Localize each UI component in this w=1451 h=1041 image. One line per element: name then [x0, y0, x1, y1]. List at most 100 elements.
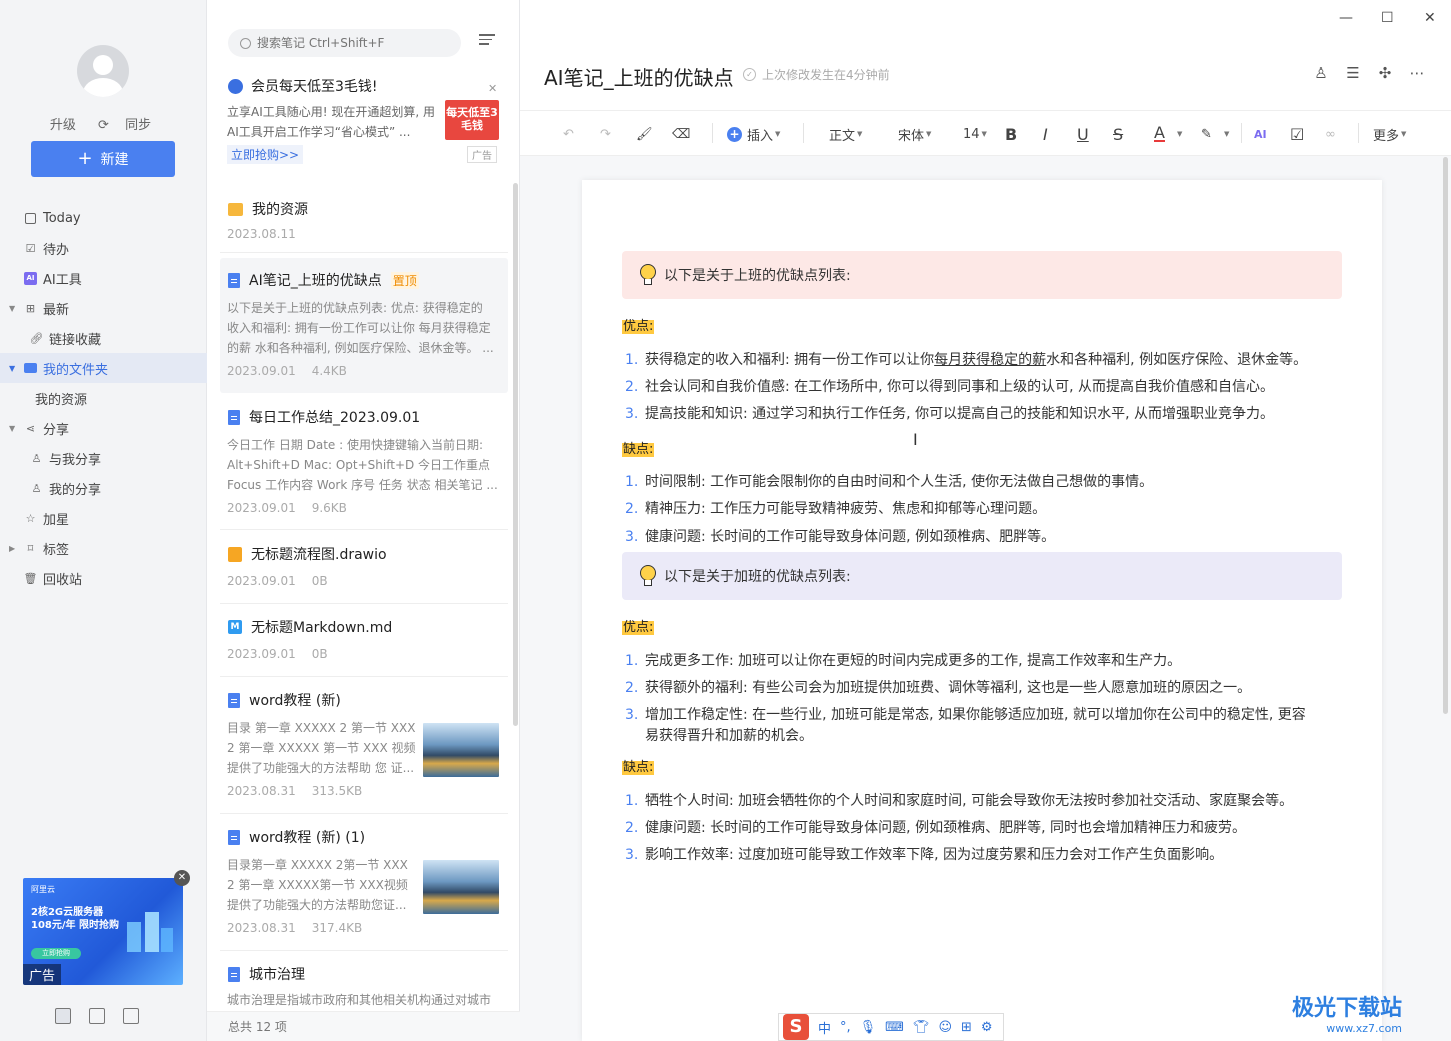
apps-icon[interactable]: ⊞ [961, 1020, 972, 1035]
chevron-down-icon[interactable]: ▼ [9, 304, 15, 313]
font-color-dropdown[interactable]: ▼ [1175, 124, 1182, 144]
list-text: 完成更多工作: 加班可以让你在更短的时间内完成更多的工作, 提高工作效率和生产力… [645, 653, 1182, 669]
strikethrough-icon[interactable]: S [1113, 124, 1123, 144]
callout-block[interactable]: 以下是关于加班的优缺点列表: [622, 552, 1342, 600]
search-box[interactable] [228, 29, 461, 57]
settings-icon[interactable]: ⚙ [981, 1020, 993, 1035]
link-icon[interactable]: ∞ [1325, 124, 1336, 144]
list-item[interactable]: word教程 (新) 目录 第一章 XXXXX 2 第一节 XXX 2 第一章 … [220, 678, 508, 814]
editor-scrollbar[interactable] [1443, 157, 1448, 714]
undo-icon[interactable]: ↶ [563, 124, 574, 144]
single-column-layout-icon[interactable] [123, 1008, 139, 1024]
checklist-icon[interactable]: ☑ [1290, 124, 1304, 144]
sync-button[interactable]: ⟳ 同步 [92, 118, 157, 133]
promo-link[interactable]: 立即抢购>> [227, 145, 304, 164]
redo-icon[interactable]: ↷ [600, 124, 611, 144]
sidebar-item-trash[interactable]: 🗑︎ 回收站 [0, 563, 207, 593]
ai-writing-icon[interactable]: AI [1254, 124, 1267, 144]
sidebar-item-bookmarks[interactable]: 🔗︎ 链接收藏 [0, 323, 207, 353]
sidebar-item-today[interactable]: Today [0, 203, 207, 233]
bold-icon[interactable]: B [1005, 124, 1017, 144]
sidebar-item-todo[interactable]: ☑ 待办 [0, 233, 207, 263]
save-status-text: 上次修改发生在4分钟前 [762, 68, 890, 82]
list-item[interactable]: 无标题流程图.drawio 2023.09.01 0B [220, 532, 508, 604]
eraser-icon[interactable]: ⌫ [672, 124, 690, 144]
list-item[interactable]: word教程 (新) (1) 目录第一章 XXXXX 2第一节 XXX 2 第一… [220, 815, 508, 951]
list-item: 3. 提高技能和知识: 通过学习和执行工作任务, 你可以提高自己的技能和知识水平,… [622, 404, 1274, 425]
more-options-icon[interactable]: ⋯ [1408, 64, 1426, 82]
two-column-layout-icon[interactable] [89, 1008, 105, 1024]
chevron-down-icon[interactable]: ▼ [9, 424, 15, 433]
sidebar-item-my-resources[interactable]: 我的资源 [0, 383, 207, 413]
sidebar-item-label: 分享 [43, 422, 70, 438]
maximize-icon[interactable]: ☐ [1381, 10, 1394, 26]
close-icon[interactable]: ✕ [488, 82, 497, 95]
list-item[interactable]: AI笔记_上班的优缺点 置顶 以下是关于上班的优缺点列表: 优点: 获得稳定的 收… [220, 258, 508, 393]
font-size-select[interactable]: 14 ▼ [963, 124, 987, 144]
sync-icon: ⟳ [98, 118, 109, 133]
document-page[interactable] [582, 180, 1382, 1041]
promo-card[interactable]: 会员每天低至3毛钱! ✕ 立享AI工具随心用! 现在开通超划算, 用AI工具开启… [220, 72, 510, 172]
minimize-icon[interactable]: — [1339, 10, 1353, 26]
more-button[interactable]: 更多 ▼ [1373, 124, 1406, 144]
user-actions: 升级 ⟳ 同步 [0, 114, 207, 133]
sidebar-item-label: 与我分享 [49, 452, 102, 468]
font-family-select[interactable]: 宋体 ▼ [898, 124, 931, 144]
section-label-pros: 优点: [622, 620, 655, 635]
sidebar-item-my-shares[interactable]: ♙ 我的分享 [0, 473, 207, 503]
document-title[interactable]: AI笔记_上班的优缺点 [544, 62, 734, 91]
list-item[interactable]: M 无标题Markdown.md 2023.09.01 0B [220, 605, 508, 677]
highlight-dropdown[interactable]: ▼ [1222, 124, 1229, 144]
sidebar-item-starred[interactable]: ☆ 加星 [0, 503, 207, 533]
keyboard-icon[interactable]: ⌨ [885, 1020, 904, 1035]
format-painter-icon[interactable]: 🖌︎ [636, 124, 653, 144]
list-item[interactable]: 每日工作总结_2023.09.01 今日工作 日期 Date : 使用快捷键输入… [220, 395, 508, 530]
ad-tag: 广告 [23, 964, 62, 985]
underline-icon[interactable]: U [1077, 124, 1089, 144]
server-illustration-icon [127, 912, 173, 952]
close-window-icon[interactable]: ✕ [1424, 10, 1436, 26]
paragraph-style-select[interactable]: 正文 ▼ [829, 124, 862, 144]
emoji-icon[interactable]: ☺ [938, 1020, 952, 1035]
note-desc-line: 2 第一章 XXXXX 第一节 XXX 视频 [227, 741, 416, 755]
font-color-icon[interactable]: A [1154, 123, 1165, 142]
list-text: 获得额外的福利: 有些公司会为加班提供加班费、调休等福利, 这也是一些人愿意加班… [645, 680, 1252, 696]
punctuation-icon[interactable]: °, [840, 1020, 851, 1035]
new-button[interactable]: + 新建 [31, 141, 175, 177]
sidebar-item-my-folder[interactable]: ▼ 我的文件夹 [0, 353, 207, 383]
list-item: 2. 健康问题: 长时间的工作可能导致身体问题, 例如颈椎病、肥胖等, 同时也会增… [622, 818, 1246, 839]
list-item: 2. 获得额外的福利: 有些公司会为加班提供加班费、调休等福利, 这也是一些人愿意… [622, 678, 1251, 699]
list-item[interactable]: 我的资源 2023.08.11 [220, 187, 508, 253]
sidebar-ad[interactable]: 阿里云 2核2G云服务器 108元/年 限时抢购 立即抢购 广告 [23, 878, 183, 985]
search-input[interactable] [257, 36, 437, 50]
collaborator-icon[interactable]: ♙ [1312, 64, 1330, 82]
sync-label: 同步 [125, 118, 152, 133]
microphone-icon[interactable]: 🎙︎ [860, 1020, 877, 1035]
outline-search-icon[interactable]: ☰ [1344, 64, 1362, 82]
avatar[interactable] [77, 45, 129, 97]
sidebar-item-shared-with-me[interactable]: ♙ 与我分享 [0, 443, 207, 473]
chevron-right-icon[interactable]: ▶ [9, 544, 15, 553]
ime-toolbar[interactable]: S 中 °, 🎙︎ ⌨ 👕︎ ☺ ⊞ ⚙ [778, 1013, 1004, 1041]
ad-cta[interactable]: 立即抢购 [31, 948, 81, 959]
italic-icon[interactable]: I [1043, 124, 1048, 144]
list-item[interactable]: 城市治理 城市治理是指城市政府和其他相关机构通过对城市 [220, 952, 508, 1010]
sidebar-item-share[interactable]: ▼ ⋖ 分享 [0, 413, 207, 443]
note-list-scrollbar[interactable] [513, 183, 518, 726]
three-column-layout-icon[interactable] [55, 1008, 71, 1024]
skin-icon[interactable]: 👕︎ [913, 1020, 930, 1035]
ime-mode[interactable]: 中 [818, 1018, 831, 1037]
promo-desc: 立享AI工具随心用! 现在开通超划算, 用AI工具开启工作学习“省心模式” ..… [227, 105, 436, 139]
callout-block[interactable]: 以下是关于上班的优缺点列表: [622, 251, 1342, 299]
mindmap-icon[interactable]: ✣ [1376, 64, 1394, 82]
list-item: 1. 牺牲个人时间: 加班会牺牲你的个人时间和家庭时间, 可能会导致你无法按时参加… [622, 791, 1293, 812]
sidebar-item-ai-tools[interactable]: AI AI工具 [0, 263, 207, 293]
sidebar-item-tags[interactable]: ▶ ⌑ 标签 [0, 533, 207, 563]
highlight-icon[interactable]: ✎ [1201, 124, 1212, 144]
chevron-down-icon[interactable]: ▼ [9, 364, 15, 373]
sort-icon[interactable] [479, 34, 495, 48]
insert-button[interactable]: + 插入 ▼ [727, 124, 780, 144]
upgrade-link[interactable]: 升级 [50, 118, 76, 133]
sidebar-item-recent[interactable]: ▼ ⊞ 最新 [0, 293, 207, 323]
ad-close-icon[interactable]: ✕ [174, 870, 190, 886]
